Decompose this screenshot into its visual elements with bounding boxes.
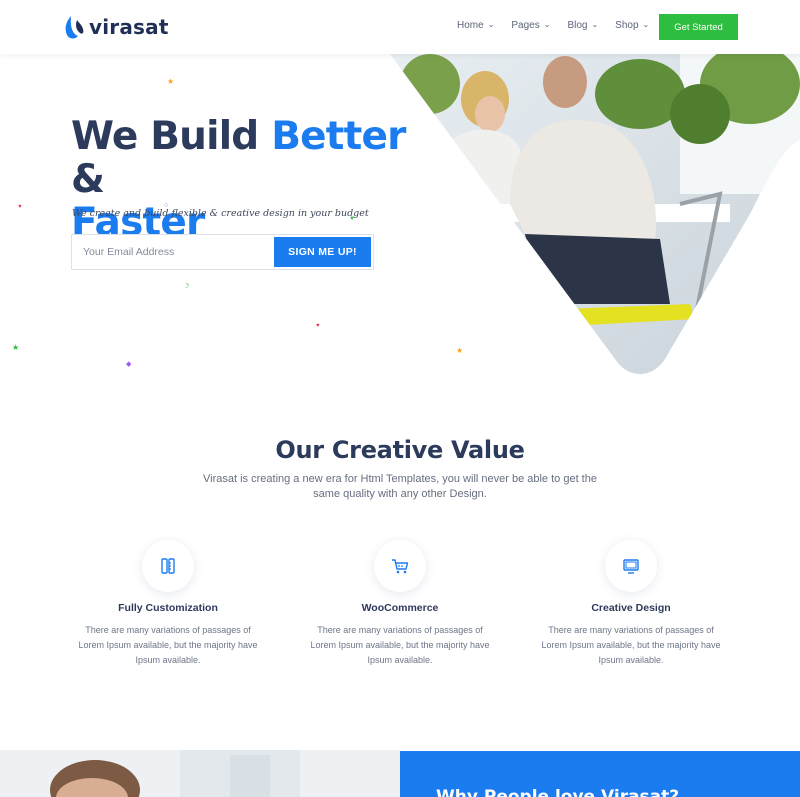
diamond-icon: ◆ bbox=[126, 361, 132, 368]
logo-text: virasat bbox=[89, 15, 169, 39]
feature-icon-wrap bbox=[605, 540, 657, 592]
feature-description: There are many variations of passages of… bbox=[310, 625, 490, 665]
logo[interactable]: virasat bbox=[63, 14, 169, 40]
nav-item-label: Blog bbox=[567, 20, 588, 31]
feature-card: Fully Customization There are many varia… bbox=[68, 540, 268, 668]
monitor-icon bbox=[623, 559, 639, 574]
why-section: Why People love Virasat? bbox=[400, 751, 800, 797]
star-icon: ★ bbox=[12, 343, 20, 352]
circle-icon: ○ bbox=[164, 202, 169, 209]
shopping-cart-icon bbox=[392, 559, 409, 574]
nav-item-pages[interactable]: Pages ⌄ bbox=[511, 20, 550, 31]
nav-item-label: Home bbox=[457, 20, 484, 31]
feature-description: There are many variations of passages of… bbox=[541, 625, 721, 665]
feature-title: Fully Customization bbox=[118, 602, 218, 614]
feature-card: Creative Design There are many variation… bbox=[531, 540, 731, 668]
pencil-ruler-icon bbox=[161, 558, 175, 574]
star-icon: ★ bbox=[167, 77, 175, 86]
hero-title: We Build Better & Faster bbox=[71, 115, 441, 244]
chevron-down-icon: ⌄ bbox=[642, 20, 650, 29]
hero-subtitle: We create and build flexible & creative … bbox=[72, 208, 369, 219]
heart-icon: ♥ bbox=[18, 204, 22, 210]
chevron-down-icon: ⌄ bbox=[543, 20, 551, 29]
why-title: Why People love Virasat? bbox=[436, 787, 680, 797]
hero-image bbox=[390, 54, 800, 374]
triangle-icon: ▼ bbox=[349, 216, 355, 222]
signup-form: SIGN ME UP! bbox=[71, 234, 374, 270]
feature-icon-wrap bbox=[374, 540, 426, 592]
nav-item-label: Shop bbox=[615, 20, 639, 31]
nav-item-home[interactable]: Home ⌄ bbox=[457, 20, 494, 31]
feature-card: WooCommerce There are many variations of… bbox=[300, 540, 500, 668]
feature-title: Creative Design bbox=[591, 602, 671, 614]
about-image bbox=[0, 750, 400, 797]
hero-title-part: We Build bbox=[71, 114, 272, 159]
chevron-down-icon: ⌄ bbox=[487, 20, 495, 29]
nav-item-blog[interactable]: Blog ⌄ bbox=[567, 20, 598, 31]
sign-up-button[interactable]: SIGN ME UP! bbox=[274, 237, 371, 267]
star-icon: ★ bbox=[456, 346, 464, 355]
site-header: virasat Home ⌄ Pages ⌄ Blog ⌄ Shop ⌄ Get Sta… bbox=[0, 0, 800, 54]
email-field[interactable] bbox=[72, 235, 272, 269]
nav-item-shop[interactable]: Shop ⌄ bbox=[615, 20, 649, 31]
logo-icon bbox=[65, 16, 84, 39]
section-description: Virasat is creating a new era for Html T… bbox=[203, 473, 597, 500]
feature-title: WooCommerce bbox=[361, 602, 439, 614]
feature-icon-wrap bbox=[142, 540, 194, 592]
heart-icon: ♥ bbox=[316, 323, 320, 329]
chevron-down-icon: ⌄ bbox=[591, 20, 599, 29]
hero-title-highlight: Better bbox=[271, 114, 406, 159]
moon-icon: ☽ bbox=[183, 283, 190, 290]
feature-description: There are many variations of passages of… bbox=[78, 625, 258, 665]
section-title: Our Creative Value bbox=[275, 436, 525, 464]
main-nav: Home ⌄ Pages ⌄ Blog ⌄ Shop ⌄ bbox=[457, 20, 666, 31]
hero-title-part: & bbox=[71, 157, 105, 202]
get-started-button[interactable]: Get Started bbox=[659, 14, 738, 40]
nav-item-label: Pages bbox=[511, 20, 540, 31]
